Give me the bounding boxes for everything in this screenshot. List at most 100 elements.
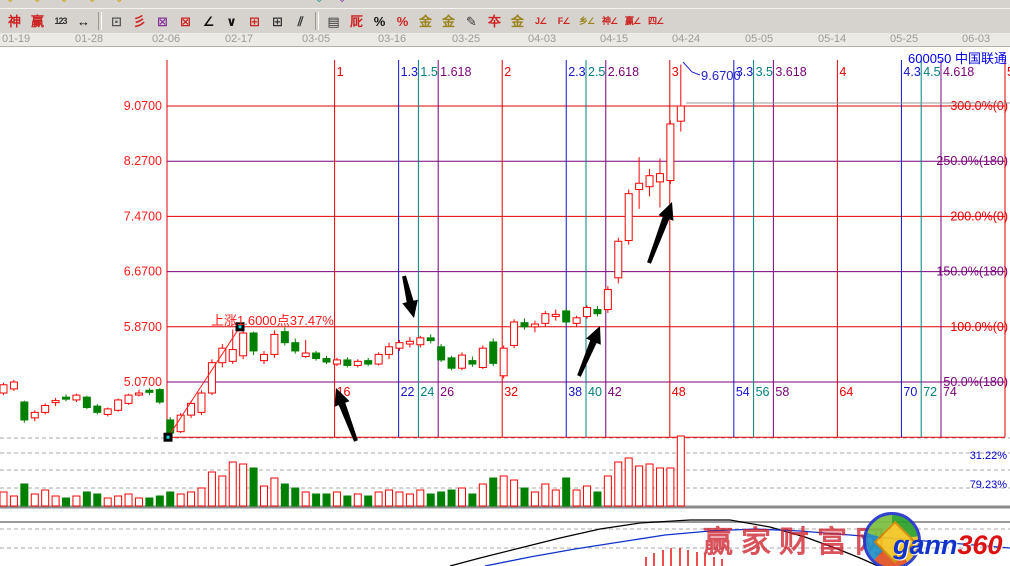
volume-bar: [52, 496, 59, 506]
gann-vline-label: 1.3: [401, 65, 418, 79]
gold-line-icon[interactable]: 金: [437, 11, 460, 32]
width-measure-icon[interactable]: ↔: [72, 11, 95, 32]
candle-up: [636, 183, 643, 189]
candle-up: [208, 363, 215, 393]
candle-down: [292, 343, 299, 351]
gold-circle-icon[interactable]: 金: [414, 11, 437, 32]
volume-bar: [656, 468, 663, 506]
bar-count-label: 58: [775, 385, 789, 399]
volume-bar: [156, 496, 163, 506]
bar-count-label: 64: [839, 385, 853, 399]
volume-bar: [21, 484, 28, 506]
annotation-arrow[interactable]: [402, 276, 418, 319]
shen-angle-icon[interactable]: 神∠: [598, 11, 621, 32]
volume-bar: [646, 464, 653, 506]
candle-up: [302, 353, 309, 356]
x-angle-icon[interactable]: 乡∠: [575, 11, 598, 32]
wave-icon[interactable]: 夲: [483, 11, 506, 32]
gann-vline-label: 3: [672, 65, 679, 79]
rise-annotation: 上涨1.6000点37.47%: [211, 313, 334, 328]
volume-bar: [479, 484, 486, 506]
volume-bar: [531, 492, 538, 506]
date-label: 03-16: [378, 33, 406, 45]
volume-pct-label: 79.23%: [970, 479, 1008, 491]
j-angle-icon[interactable]: J∠: [529, 11, 552, 32]
volume-bar: [42, 490, 49, 506]
candle-up: [386, 347, 393, 355]
gann-vline-label: 1.5: [420, 65, 437, 79]
brush-icon[interactable]: ✎: [460, 11, 483, 32]
gann-square-icon[interactable]: ⊡: [105, 11, 128, 32]
ying-angle-icon[interactable]: 赢∠: [621, 11, 644, 32]
bar-count-label: 56: [756, 385, 770, 399]
trend-angle-icon[interactable]: ∠: [197, 11, 220, 32]
candle-up: [552, 314, 559, 316]
clipped-icon: ⌄: [60, 0, 68, 5]
bar-count-label: 74: [943, 385, 957, 399]
candle-up: [104, 409, 111, 415]
gann-vline-label: 2.5: [588, 65, 605, 79]
gann-vline-label: 4.618: [943, 65, 974, 79]
grid-red-icon[interactable]: ⊞: [243, 11, 266, 32]
bar-count-label: 38: [568, 385, 582, 399]
candle-down: [521, 323, 528, 327]
candle-down: [490, 342, 497, 363]
gann-box-fan-icon[interactable]: ⊠: [151, 11, 174, 32]
price-axis-label: 5.0700: [124, 375, 162, 389]
clipped-icon: ⌄: [115, 0, 123, 5]
candle-up: [573, 318, 580, 324]
candle-up: [677, 106, 684, 121]
candle-up: [198, 393, 205, 412]
percent-axis-label: 150.0%(180): [936, 265, 1008, 279]
candle-down: [281, 332, 288, 343]
ying-ruler-icon[interactable]: 赢: [26, 11, 49, 32]
parallel-lines-icon[interactable]: ⫽: [289, 11, 312, 32]
gann-fan-icon[interactable]: 彡: [128, 11, 151, 32]
si-angle-icon[interactable]: 四∠: [644, 11, 667, 32]
date-label: 05-05: [745, 33, 773, 45]
volume-bar: [94, 494, 101, 506]
gann-vline-label: 3.618: [775, 65, 806, 79]
gann-vline-label: 2.618: [608, 65, 639, 79]
v-lines-icon[interactable]: ∨: [220, 11, 243, 32]
volume-bar: [177, 494, 184, 506]
candle-up: [458, 355, 465, 368]
grid-box-icon[interactable]: ⊞: [266, 11, 289, 32]
toolbar-row-clipped: ⌄⌄⌄⌄⌄▫▫▫⌄⌄: [0, 0, 1010, 9]
candle-up: [0, 385, 7, 393]
candle-up: [646, 176, 653, 187]
candle-up: [42, 405, 49, 412]
bar-count-label: 40: [588, 385, 602, 399]
volume-bars-icon[interactable]: ▤: [322, 11, 345, 32]
volume-bar: [448, 490, 455, 506]
ruler-123-icon[interactable]: 123: [49, 11, 72, 32]
volume-bar: [375, 492, 382, 506]
volume-bar: [271, 478, 278, 506]
volume-bar: [292, 488, 299, 506]
volume-bar: [208, 472, 215, 506]
f-angle-icon[interactable]: F∠: [552, 11, 575, 32]
candle-up: [406, 341, 413, 344]
percent-axis-label: 200.0%(0): [950, 209, 1008, 223]
candle-up: [479, 348, 486, 367]
percent-axis-label: 300.0%(0): [950, 99, 1008, 113]
percent-icon[interactable]: %: [368, 11, 391, 32]
bar-count-label: 42: [608, 385, 622, 399]
volume-bar: [83, 492, 90, 506]
candle-down: [167, 420, 174, 433]
candle-down: [250, 333, 257, 351]
volume-bar: [406, 494, 413, 506]
candle-up: [500, 348, 507, 376]
candle-down: [83, 397, 90, 407]
volume-bar: [104, 498, 111, 506]
date-label: 03-05: [302, 33, 330, 45]
trend-line-handle-dot: [167, 436, 170, 439]
gann-box-diag-icon[interactable]: ⊠: [174, 11, 197, 32]
toolbar-separator: [315, 12, 319, 30]
percent-line-icon[interactable]: %: [391, 11, 414, 32]
shen-ruler-icon[interactable]: 神: [3, 11, 26, 32]
gold-angle-icon[interactable]: 金: [506, 11, 529, 32]
percent-retrace-icon[interactable]: 厑: [345, 11, 368, 32]
volume-bar: [427, 494, 434, 506]
annotation-arrow[interactable]: [577, 326, 601, 377]
